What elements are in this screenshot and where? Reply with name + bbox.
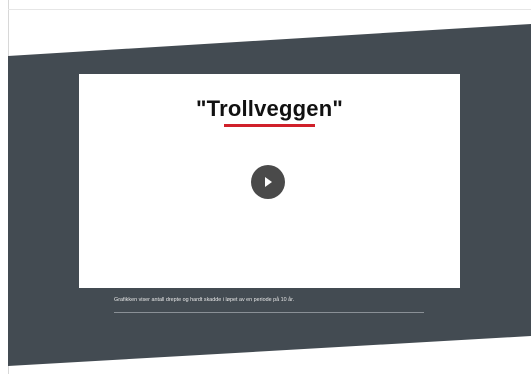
- video-player[interactable]: "Trollveggen": [79, 74, 460, 288]
- play-icon: [265, 177, 272, 187]
- caption-divider: [114, 312, 424, 313]
- top-border: [8, 9, 531, 10]
- play-button[interactable]: [251, 165, 285, 199]
- video-title: "Trollveggen": [196, 96, 343, 121]
- title-underline: [224, 124, 315, 127]
- video-caption: Grafikken viser antall drepte og hardt s…: [114, 297, 295, 303]
- page: "Trollveggen" Grafikken viser antall dre…: [0, 0, 531, 374]
